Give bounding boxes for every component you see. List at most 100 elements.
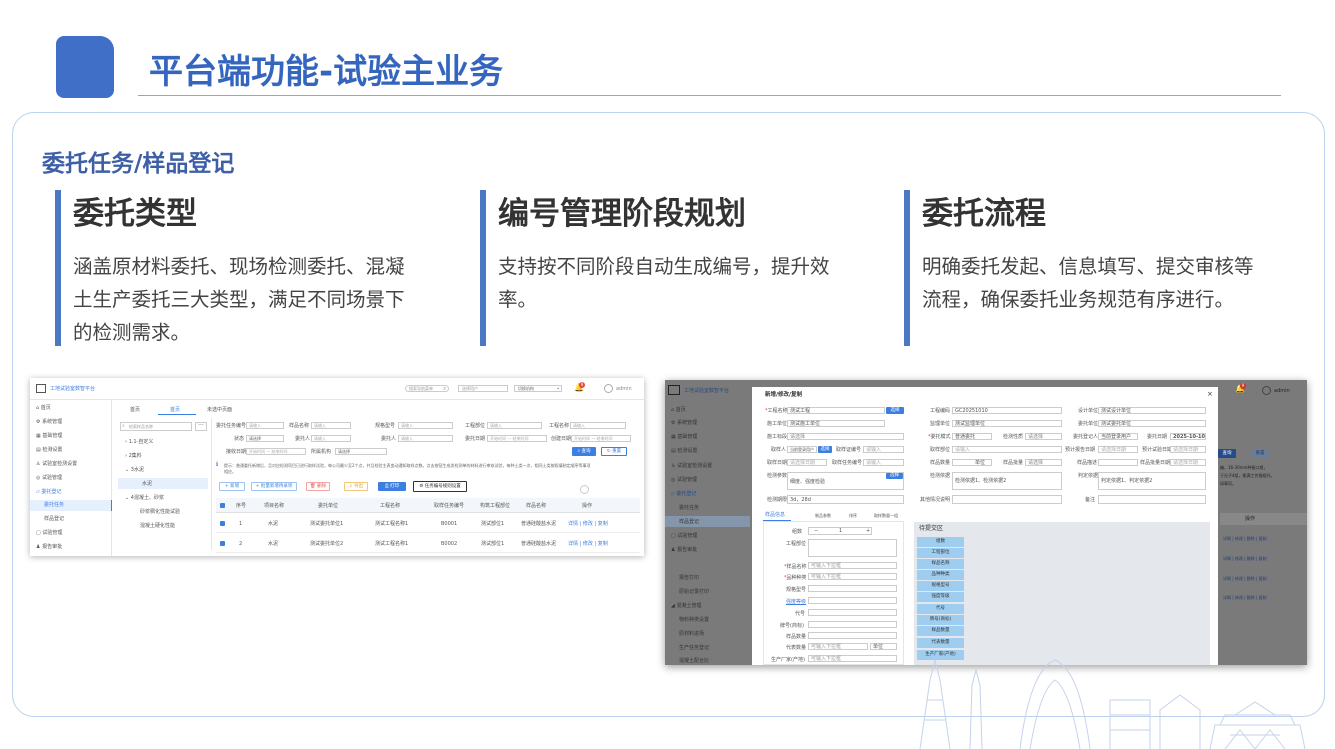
sidebar-subitem[interactable]: 混凝土配合比 [679,659,709,664]
remark-field[interactable] [1098,495,1206,504]
test-period-field[interactable]: 3d，28d [790,498,811,503]
select-params-button[interactable]: 选择 [886,473,903,479]
subtab[interactable]: 制品参数 [815,514,831,518]
rep-qty-select[interactable]: 可输入下拉框 [811,645,841,650]
sampler-field[interactable]: 当前登录用户 [790,448,814,452]
design-unit-field[interactable]: 测试设计单位 [1101,409,1131,414]
batch-add-button[interactable]: + 批量新增待录项 [251,482,297,491]
field-chip[interactable]: 强度等级 [917,592,964,602]
supervision-unit-field[interactable]: 测试监理单位 [955,422,985,427]
tree-node[interactable]: › 2集料 [125,454,142,459]
construction-unit-field[interactable]: 测试施工单位 [790,422,820,427]
sidebar-item[interactable]: ◢ 混凝土管理 [671,604,701,609]
sidebar-item[interactable]: ▢ 试验管理 [671,534,697,539]
spec-field[interactable] [808,585,897,592]
field-chip[interactable]: 样品数量 [917,626,964,636]
field-chip[interactable]: 牌号(商标) [917,615,964,625]
row-actions[interactable]: 详情 | 修改 | 复制 [568,522,608,527]
select-sampler-button[interactable]: 选择 [818,446,832,453]
sidebar-item[interactable]: ▦ 基础管理 [36,434,62,439]
sidebar-subitem-active[interactable]: 样品登记 [679,520,699,525]
row-actions[interactable]: 详情 | 修改 | 删除 | 复制 [1223,537,1267,541]
sidebar-subitem[interactable]: 原材料进场 [679,632,704,637]
location-field[interactable] [808,539,897,557]
tab[interactable]: 未选中页面 [207,408,232,413]
close-icon[interactable]: × [1207,391,1213,398]
project-code-field[interactable]: GC20251010 [955,409,988,414]
field-chip[interactable]: 品种种类 [917,570,964,580]
sidebar-item[interactable]: ♟ 报告审批 [36,545,62,550]
sidebar-subitem[interactable]: 报告打印 [679,576,699,581]
sample-qty-field[interactable] [808,632,897,639]
sampling-date-field[interactable]: 请选择日期 [790,461,815,466]
avatar[interactable] [604,384,613,393]
add-button[interactable]: + 新增 [219,482,245,491]
variety-select[interactable]: 可输入下拉框 [811,575,841,580]
brand-field[interactable] [808,621,897,628]
sidebar-subitem-active[interactable]: 委托任务 [44,503,64,508]
row-checkbox[interactable] [220,521,225,526]
filter-input[interactable]: 请输入 [487,422,542,429]
field-chip[interactable]: 样品名称 [917,559,964,569]
sidebar-item-active[interactable]: ▱ 委托登记 [671,492,696,497]
filter-input[interactable]: 请输入 [398,435,453,442]
select-project-button[interactable]: 选择 [886,407,904,414]
sidebar-item[interactable]: ♙ 试验室检测设置 [36,462,77,467]
sidebar-item[interactable]: ▤ 检测设置 [671,449,697,454]
sidebar-item-home[interactable]: ⌂ 首页 [36,406,51,411]
batch-date-field[interactable]: 请选择日期 [1173,461,1198,466]
subtab-active[interactable]: 样品信息 [765,513,785,518]
sampling-part-field[interactable]: 请输入 [955,448,970,453]
row-actions[interactable]: 详情 | 修改 | 删除 | 复制 [1223,596,1267,600]
sidebar-item[interactable]: ⚙ 系统管理 [36,420,62,425]
reset-button[interactable]: ↻ 重置 [601,447,627,456]
filter-input[interactable]: 请输入 [398,422,453,429]
sidebar-item[interactable]: ♟ 报告审批 [671,548,697,553]
subtab[interactable]: 取样数量一组 [874,514,898,518]
test-date-field[interactable]: 请选择日期 [1173,448,1198,453]
report-date-field[interactable]: 请选择日期 [1101,448,1126,453]
row-actions[interactable]: 详情 | 修改 | 复制 [568,542,608,547]
tree-node[interactable]: 混凝土硬化性能 [140,524,175,529]
print-button[interactable]: ⎙ 打印 [378,482,406,491]
row-actions[interactable]: 详情 | 修改 | 删除 | 复制 [1223,557,1267,561]
batch-select[interactable]: 请选择 [1028,461,1043,466]
sampler-cert-field[interactable]: 请输入 [866,448,881,453]
sidebar-item-active[interactable]: ▱ 委托登记 [36,490,61,495]
manufacturer-select[interactable]: 可输入下拉框 [811,657,841,662]
other-notes-field[interactable] [952,495,1062,504]
sidebar-item[interactable]: ⌂ 首页 [671,408,686,413]
subtab[interactable]: 排序 [849,514,857,518]
sample-name-select[interactable]: 可输入下拉框 [811,564,841,569]
date-range-input[interactable]: 开始时间 — 结束时间 [246,448,306,455]
sidebar-item[interactable]: ◎ 试验管理 [671,478,697,483]
field-chip[interactable]: 组数 [917,537,964,547]
filter-input[interactable]: 请输入 [311,422,351,429]
registrant-field[interactable]: 当前登录用户 [1101,435,1131,440]
sample-desc-field[interactable] [1098,459,1138,466]
tree-node-selected[interactable]: 水泥 [142,482,152,487]
section-select[interactable]: 请选择 [790,435,805,440]
row-checkbox[interactable] [220,541,225,546]
filter-input[interactable]: 请输入 [246,422,284,429]
avatar[interactable] [1262,386,1271,395]
row-actions[interactable]: 详情 | 修改 | 删除 | 复制 [1223,577,1267,581]
field-chip[interactable]: 工程部位 [917,548,964,558]
date-range-input[interactable]: 开始时间 — 结束时间 [487,435,547,442]
tab[interactable]: 首页 [130,408,140,413]
judgement-basis-field[interactable]: 判定依据1、判定依据2 [1101,479,1152,484]
sidebar-item[interactable]: ⚙ 系统管理 [671,421,697,426]
project-name-field[interactable]: 测试工程 [790,409,810,414]
strength-field[interactable] [808,597,897,604]
tree-search-input[interactable]: 检索样品名称 [120,422,192,431]
org-select[interactable]: 请选择 [335,448,387,455]
sidebar-item[interactable]: ◎ 试验管理 [36,476,62,481]
sidebar-subitem[interactable]: 样品登记 [44,517,64,522]
status-select[interactable]: 请选择 [246,435,284,442]
more-icon[interactable]: ··· [195,422,207,431]
sidebar-subitem[interactable]: 物料种类设置 [679,618,709,623]
sidebar-item[interactable]: ▦ 基础管理 [671,435,697,440]
tree-node[interactable]: ⌄ 3水泥 [125,468,144,473]
query-button[interactable]: ⌕ 查询 [572,447,596,456]
unit-select[interactable]: 单位 [975,461,985,466]
